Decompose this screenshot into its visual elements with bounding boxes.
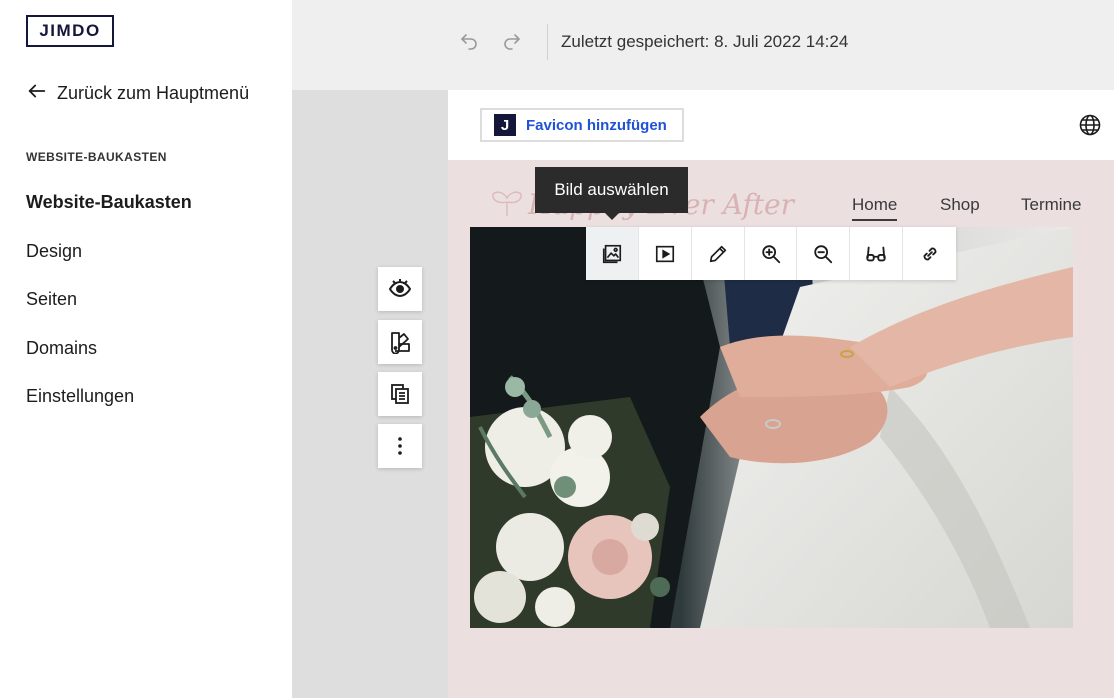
sidebar-item-einstellungen[interactable]: Einstellungen xyxy=(26,384,192,433)
more-vertical-icon[interactable] xyxy=(378,424,422,468)
site-nav-shop[interactable]: Shop xyxy=(940,195,980,215)
add-favicon-label: Favicon hinzufügen xyxy=(526,116,667,134)
select-image-tooltip: Bild auswählen xyxy=(535,167,688,213)
section-title: WEBSITE-BAUKASTEN xyxy=(26,150,167,164)
back-to-main-menu-link[interactable]: Zurück zum Hauptmenü xyxy=(26,80,249,106)
favicon-badge: J xyxy=(494,114,516,136)
site-nav-home[interactable]: Home xyxy=(852,195,898,221)
editor-canvas: Zuletzt gespeichert: 8. Juli 2022 14:24 … xyxy=(292,0,1114,698)
sidebar-item-website-baukasten[interactable]: Website-Baukasten xyxy=(26,190,192,239)
redo-icon[interactable] xyxy=(500,30,524,54)
copy-icon[interactable] xyxy=(378,372,422,416)
sidebar: JIMDO Zurück zum Hauptmenü WEBSITE-BAUKA… xyxy=(0,0,292,698)
add-favicon-button[interactable]: J Favicon hinzufügen xyxy=(480,108,684,142)
back-link-label: Zurück zum Hauptmenü xyxy=(57,82,250,103)
select-image-icon[interactable] xyxy=(586,227,639,280)
eye-icon[interactable] xyxy=(378,267,422,311)
last-saved-status: Zuletzt gespeichert: 8. Juli 2022 14:24 xyxy=(561,32,849,51)
zoom-in-icon[interactable] xyxy=(745,227,798,280)
paint-swatch-icon[interactable] xyxy=(378,320,422,364)
tooltip-arrow xyxy=(605,213,619,220)
sidebar-item-design[interactable]: Design xyxy=(26,239,192,288)
link-icon[interactable] xyxy=(903,227,956,280)
image-toolbar xyxy=(586,227,956,280)
video-icon[interactable] xyxy=(639,227,692,280)
arrow-left-icon xyxy=(26,80,48,107)
ginkgo-logo-icon xyxy=(490,188,524,218)
sidebar-nav: Website-Baukasten Design Seiten Domains … xyxy=(26,190,192,433)
site-nav-termine[interactable]: Termine xyxy=(1021,195,1081,215)
sidebar-item-domains[interactable]: Domains xyxy=(26,336,192,385)
site-header: J Favicon hinzufügen xyxy=(448,90,1114,160)
globe-icon[interactable] xyxy=(1078,113,1102,137)
sidebar-item-seiten[interactable]: Seiten xyxy=(26,287,192,336)
hero-image[interactable] xyxy=(470,227,1073,628)
jimdo-logo[interactable]: JIMDO xyxy=(26,15,114,47)
glasses-icon[interactable] xyxy=(850,227,904,280)
edit-pencil-icon[interactable] xyxy=(692,227,745,280)
zoom-out-icon[interactable] xyxy=(797,227,851,280)
undo-icon[interactable] xyxy=(457,30,481,54)
toolbar-divider xyxy=(547,24,548,60)
editor-topbar: Zuletzt gespeichert: 8. Juli 2022 14:24 xyxy=(292,0,1114,90)
